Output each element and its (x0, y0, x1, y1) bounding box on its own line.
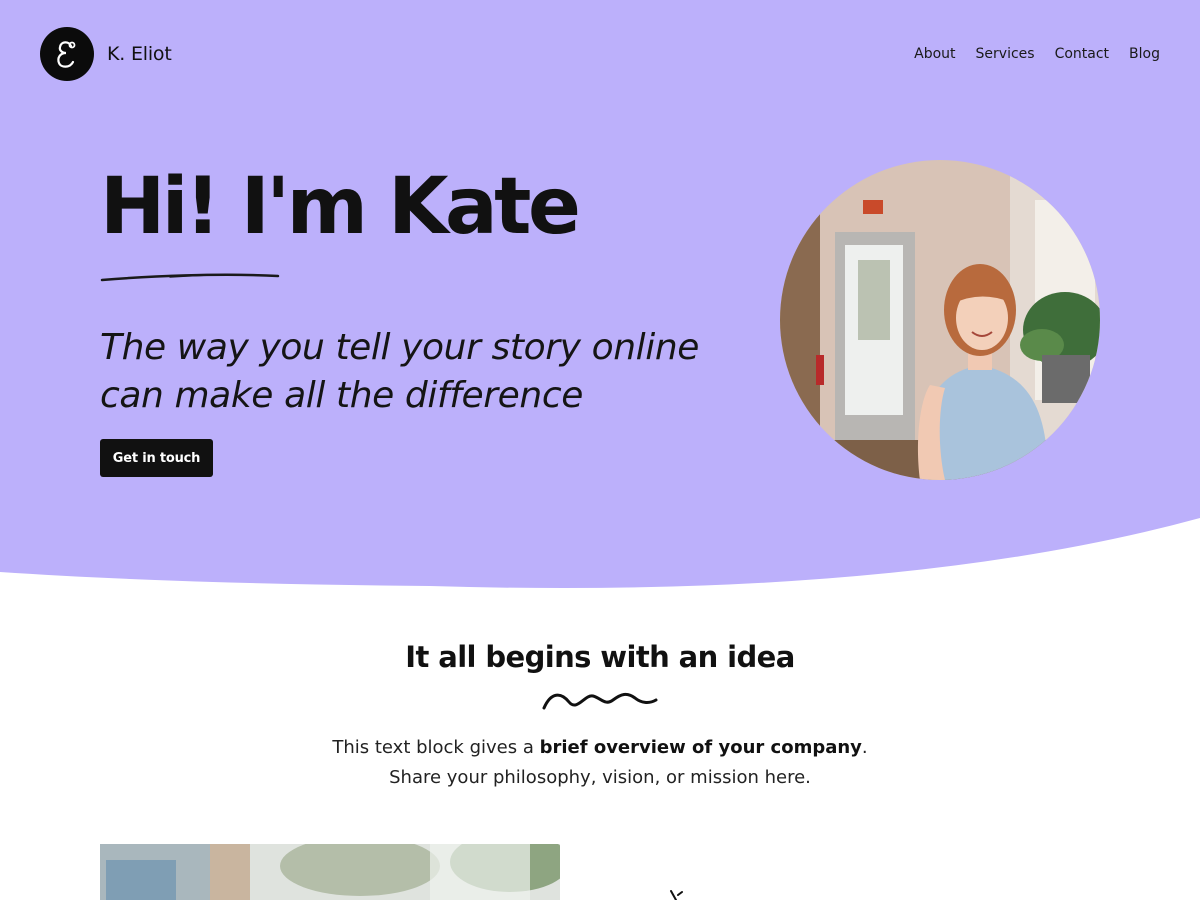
portrait-photo (780, 160, 1100, 480)
intro-line-2: Share your philosophy, vision, or missio… (389, 767, 811, 788)
squiggle-divider-icon (541, 688, 659, 717)
brush-underline-icon (100, 268, 282, 289)
intro-text-prefix: This text block gives a (332, 737, 540, 758)
scribble-mark-icon (668, 888, 688, 900)
nav-blog[interactable]: Blog (1129, 46, 1160, 62)
brand-name: K. Eliot (107, 43, 172, 65)
intro-text: This text block gives a brief overview o… (0, 733, 1200, 793)
tagline-line-2: can make all the difference (100, 375, 583, 416)
brand-link[interactable]: K. Eliot (40, 27, 172, 81)
get-in-touch-button[interactable]: Get in touch (100, 439, 213, 477)
script-e-logo-icon (40, 27, 94, 81)
intro-line-1: This text block gives a brief overview o… (0, 733, 1200, 763)
nav-services[interactable]: Services (976, 46, 1035, 62)
intro-text-bold: brief overview of your company (539, 737, 862, 758)
tagline-line-1: The way you tell your story online (100, 327, 699, 368)
section-title: It all begins with an idea (405, 640, 795, 674)
page: K. Eliot About Services Contact Blog Hi!… (0, 0, 1200, 900)
nav-contact[interactable]: Contact (1055, 46, 1109, 62)
main-nav: About Services Contact Blog (914, 46, 1160, 62)
hero-tagline: The way you tell your story online can m… (100, 324, 760, 420)
hero-title: Hi! I'm Kate (100, 162, 581, 252)
site-header: K. Eliot About Services Contact Blog (40, 26, 1160, 82)
nav-about[interactable]: About (914, 46, 955, 62)
intro-text-suffix: . (861, 737, 868, 758)
bottom-photo (100, 844, 560, 900)
